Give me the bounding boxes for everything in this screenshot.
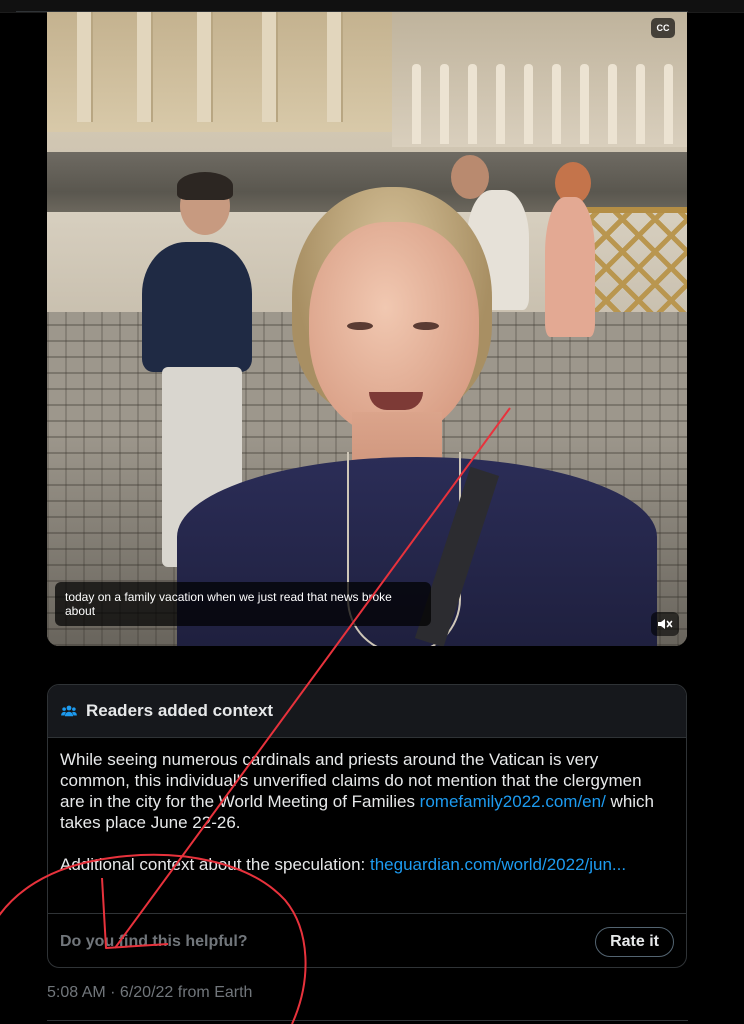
video-scene-jacket (142, 242, 252, 372)
community-note-card: Readers added context While seeing numer… (47, 684, 687, 968)
community-note-title: Readers added context (86, 701, 274, 720)
people-icon (61, 705, 77, 717)
video-scene-pillar (412, 64, 421, 144)
community-note-footer: Do you find this helpful? Rate it (48, 913, 686, 967)
mute-button[interactable] (651, 612, 679, 636)
video-scene-column (77, 12, 91, 122)
community-note-paragraph: Additional context about the speculation… (60, 854, 660, 875)
community-note-header: Readers added context (48, 685, 686, 738)
rate-it-button[interactable]: Rate it (595, 926, 674, 957)
video-scene-mouth (369, 392, 423, 410)
community-note-paragraph: While seeing numerous cardinals and prie… (60, 749, 660, 833)
video-scene-pillar (664, 64, 673, 144)
video-scene-pillar (496, 64, 505, 144)
community-note-body: While seeing numerous cardinals and prie… (60, 749, 660, 896)
video-scene-hair (177, 172, 233, 200)
video-scene-pillar (580, 64, 589, 144)
note-source-link-romefamily[interactable]: romefamily2022.com/en/ (420, 792, 606, 811)
speaker-muted-icon (658, 619, 673, 629)
video-scene-basilica (47, 12, 397, 132)
note-source-link-guardian[interactable]: theguardian.com/world/2022/jun... (370, 855, 626, 874)
video-scene-woman-face (309, 222, 479, 437)
video-scene-pillar (636, 64, 645, 144)
video-scene-dress (545, 197, 595, 337)
closed-captions-button[interactable]: CC (651, 18, 675, 38)
post-timestamp[interactable]: 5:08 AM · 6/20/22 from Earth (47, 984, 252, 1002)
video-scene-eye (413, 322, 439, 330)
note-text: Additional context about the speculation… (60, 855, 370, 874)
video-scene-pillar (440, 64, 449, 144)
video-scene-pillar (468, 64, 477, 144)
video-scene-column (197, 12, 211, 122)
video-scene-column (137, 12, 151, 122)
divider (47, 1020, 688, 1021)
video-scene-column (327, 12, 341, 122)
video-scene-pillar (608, 64, 617, 144)
video-caption: today on a family vacation when we just … (55, 582, 431, 626)
video-scene-eye (347, 322, 373, 330)
video-player[interactable]: CC today on a family vacation when we ju… (47, 12, 687, 646)
video-scene-column (262, 12, 276, 122)
helpful-prompt: Do you find this helpful? (60, 932, 248, 950)
video-scene-pillar (552, 64, 561, 144)
video-scene-colonnade (392, 12, 687, 147)
video-scene-pillar (524, 64, 533, 144)
